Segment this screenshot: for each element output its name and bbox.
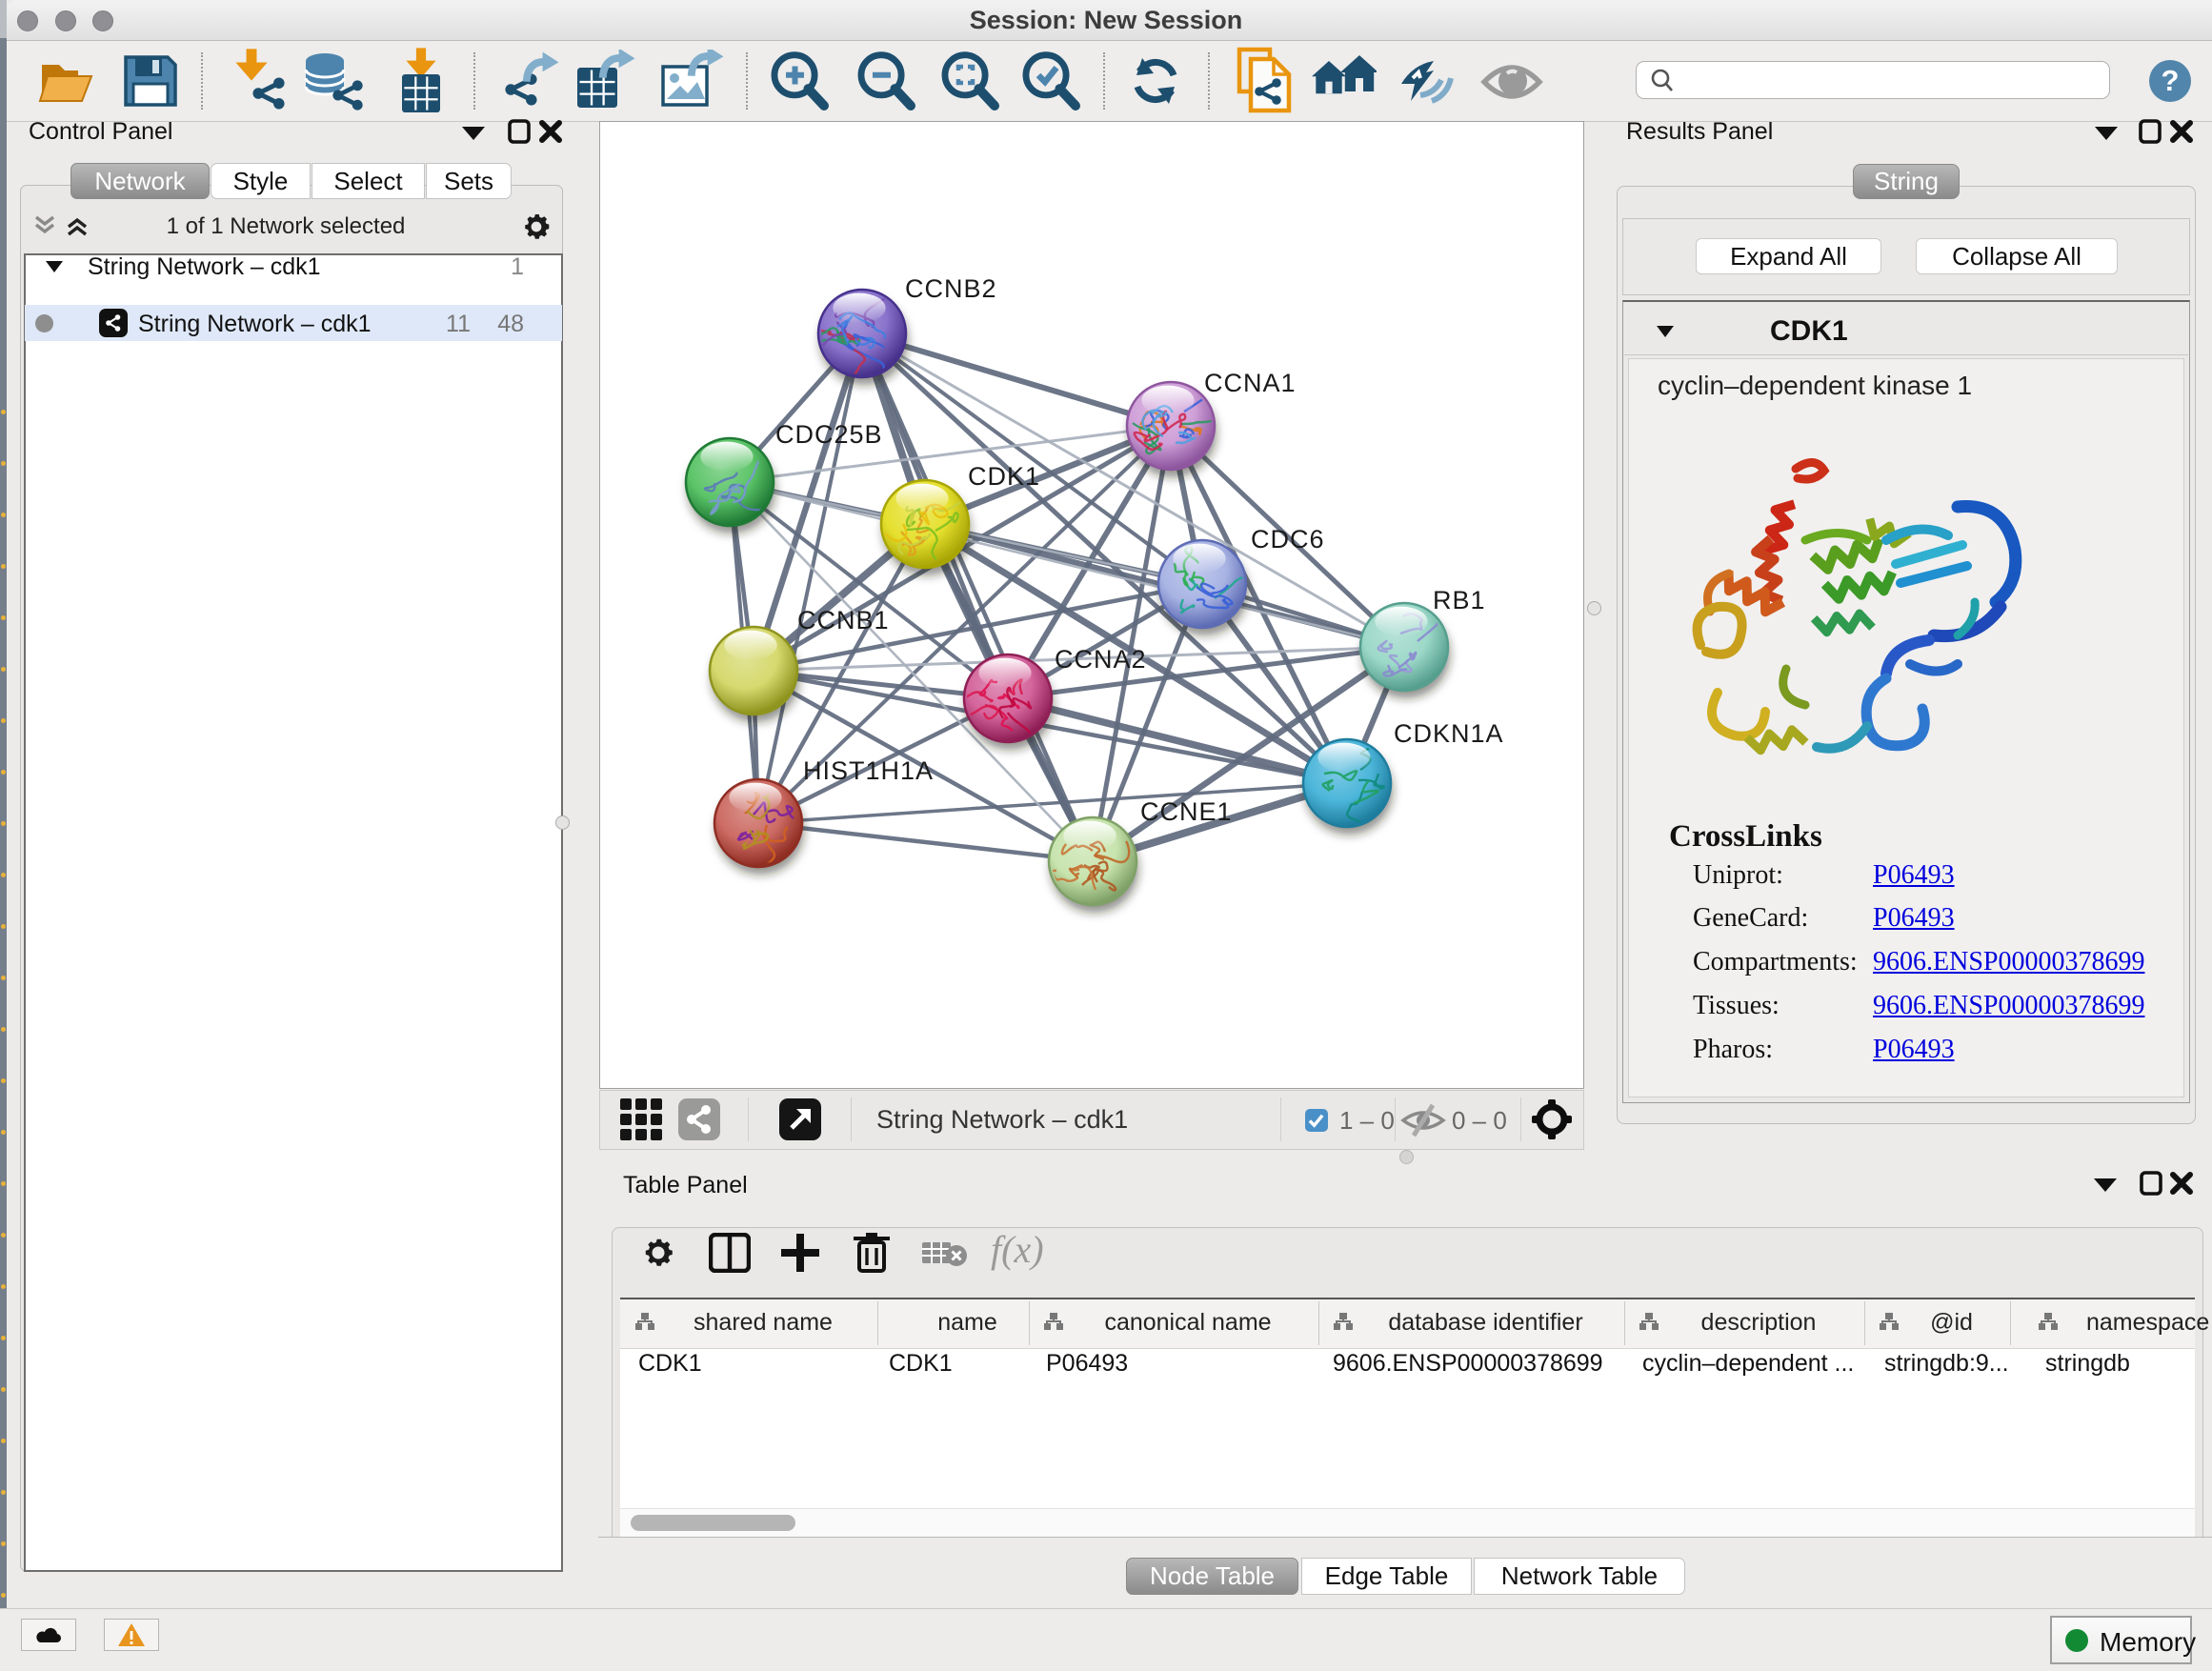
- svg-text:CDKN1A: CDKN1A: [1394, 719, 1504, 748]
- svg-text:CDC25B: CDC25B: [775, 420, 883, 449]
- svg-text:CCNB1: CCNB1: [797, 606, 890, 634]
- svg-text:CCNB2: CCNB2: [905, 274, 997, 303]
- svg-text:RB1: RB1: [1433, 586, 1486, 614]
- svg-text:CCNA2: CCNA2: [1055, 645, 1147, 674]
- svg-text:CCNE1: CCNE1: [1140, 797, 1233, 826]
- svg-text:CCNA1: CCNA1: [1204, 369, 1297, 397]
- svg-text:CDC6: CDC6: [1251, 525, 1325, 554]
- svg-text:HIST1H1A: HIST1H1A: [803, 756, 934, 785]
- svg-text:CDK1: CDK1: [968, 462, 1040, 491]
